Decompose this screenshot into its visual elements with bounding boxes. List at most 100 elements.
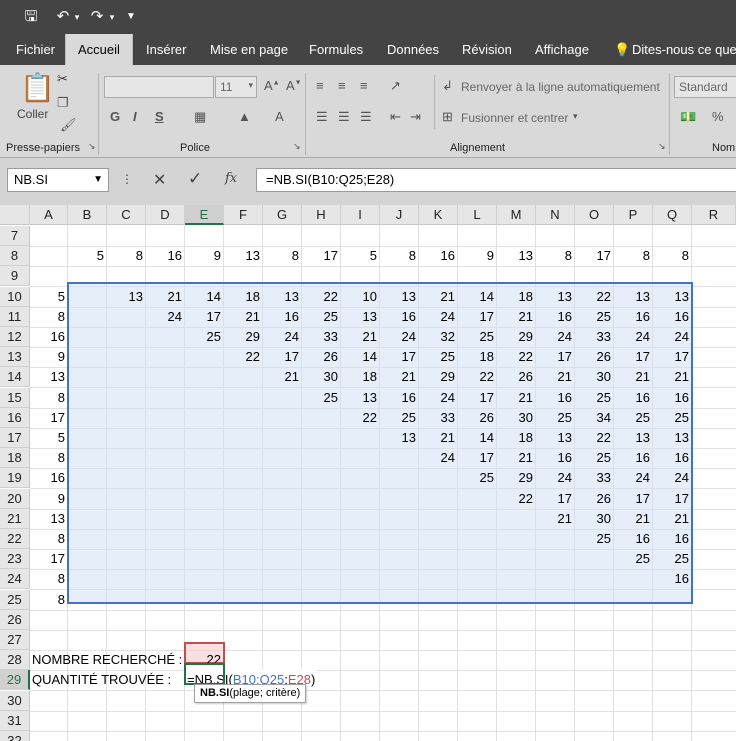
row-header-31[interactable]: 31 bbox=[0, 710, 30, 731]
cell-value[interactable]: 25 bbox=[614, 408, 653, 428]
cell-value[interactable]: 22 bbox=[575, 287, 614, 307]
tab-accueil[interactable]: Accueil bbox=[65, 34, 133, 65]
undo-dropdown-icon[interactable]: ▾ bbox=[68, 8, 86, 26]
cell-value[interactable]: 21 bbox=[653, 367, 692, 387]
cell-value[interactable]: 21 bbox=[614, 509, 653, 529]
percent-icon[interactable]: % bbox=[712, 109, 724, 124]
cell-value[interactable]: 25 bbox=[575, 448, 614, 468]
cell-value[interactable]: 21 bbox=[614, 367, 653, 387]
tab-mise-en-page[interactable]: Mise en page bbox=[210, 34, 288, 65]
cell-value[interactable]: 24 bbox=[536, 327, 575, 347]
tooltip-function-name[interactable]: NB.SI bbox=[200, 687, 229, 699]
cell-value[interactable]: 13 bbox=[536, 287, 575, 307]
row-header-21[interactable]: 21 bbox=[0, 508, 30, 529]
cell-value[interactable]: 9 bbox=[185, 246, 224, 266]
cell-value[interactable]: 17 bbox=[614, 489, 653, 509]
column-header-p[interactable]: P bbox=[614, 205, 653, 225]
cell-value[interactable]: 25 bbox=[458, 327, 497, 347]
cell-value[interactable]: 24 bbox=[653, 327, 692, 347]
cell-value[interactable]: 21 bbox=[536, 509, 575, 529]
cell-value[interactable]: 5 bbox=[68, 246, 107, 266]
row-header-23[interactable]: 23 bbox=[0, 549, 30, 570]
cell-value[interactable]: 16 bbox=[653, 307, 692, 327]
searched-number-label[interactable]: NOMBRE RECHERCHÉ : bbox=[30, 650, 182, 670]
align-left-icon[interactable]: ☰ bbox=[316, 109, 328, 125]
cell-value[interactable]: 21 bbox=[224, 307, 263, 327]
row-header-19[interactable]: 19 bbox=[0, 468, 30, 489]
clipboard-launcher-icon[interactable]: ↘ bbox=[88, 141, 96, 152]
cell-value[interactable]: 8 bbox=[653, 246, 692, 266]
row-header-15[interactable]: 15 bbox=[0, 387, 30, 408]
row-header-16[interactable]: 16 bbox=[0, 407, 30, 428]
cell-value[interactable]: 16 bbox=[614, 529, 653, 549]
cell-value[interactable]: 22 bbox=[497, 489, 536, 509]
cell-value[interactable]: 18 bbox=[458, 347, 497, 367]
format-painter-icon[interactable]: 🖌 bbox=[60, 117, 77, 133]
cell-value[interactable]: 24 bbox=[419, 448, 458, 468]
found-quantity-label[interactable]: QUANTITÉ TROUVÉE : bbox=[30, 670, 171, 690]
orientation-icon[interactable]: ↗ bbox=[390, 78, 401, 94]
cell-value[interactable]: 33 bbox=[575, 327, 614, 347]
tell-me-search[interactable]: Dites-nous ce que v bbox=[632, 34, 736, 65]
cell-value[interactable]: 18 bbox=[497, 428, 536, 448]
cell-value[interactable]: 5 bbox=[30, 428, 68, 448]
borders-icon[interactable]: ▦ bbox=[194, 109, 206, 125]
more-options-icon[interactable]: ⋮ bbox=[121, 172, 133, 186]
cell-value[interactable]: 25 bbox=[653, 549, 692, 569]
cell-value[interactable]: 17 bbox=[302, 246, 341, 266]
cell-value[interactable]: 14 bbox=[185, 287, 224, 307]
cell-value[interactable]: 25 bbox=[614, 549, 653, 569]
column-header-r[interactable]: R bbox=[692, 205, 736, 225]
cell-value[interactable]: 22 bbox=[224, 347, 263, 367]
cell-value[interactable]: 26 bbox=[575, 347, 614, 367]
function-tooltip[interactable]: NB.SI(plage; critère) bbox=[194, 684, 307, 703]
cell-value[interactable]: 8 bbox=[107, 246, 146, 266]
cell-value[interactable]: 17 bbox=[30, 549, 68, 569]
row-header-13[interactable]: 13 bbox=[0, 347, 30, 368]
align-right-icon[interactable]: ☰ bbox=[360, 109, 372, 125]
row-header-18[interactable]: 18 bbox=[0, 448, 30, 469]
row-header-9[interactable]: 9 bbox=[0, 266, 30, 287]
formula-input[interactable]: =NB.SI(B10:Q25;E28) bbox=[256, 168, 736, 192]
cell-value[interactable]: 13 bbox=[341, 388, 380, 408]
cell-value[interactable]: 32 bbox=[419, 327, 458, 347]
cell-value[interactable]: 29 bbox=[497, 327, 536, 347]
row-header-22[interactable]: 22 bbox=[0, 529, 30, 549]
cell-value[interactable]: 13 bbox=[341, 307, 380, 327]
cell-value[interactable]: 13 bbox=[30, 367, 68, 387]
row-header-24[interactable]: 24 bbox=[0, 569, 30, 590]
column-header-i[interactable]: I bbox=[341, 205, 380, 225]
cell-value[interactable]: 13 bbox=[653, 428, 692, 448]
cell-value[interactable]: 16 bbox=[653, 388, 692, 408]
cell-value[interactable]: 13 bbox=[380, 287, 419, 307]
cell-value[interactable]: 25 bbox=[653, 408, 692, 428]
cell-value[interactable]: 17 bbox=[536, 347, 575, 367]
cell-value[interactable]: 25 bbox=[380, 408, 419, 428]
cell-value[interactable]: 5 bbox=[341, 246, 380, 266]
cell-value[interactable]: 8 bbox=[263, 246, 302, 266]
cut-icon[interactable]: ✂ bbox=[57, 71, 68, 87]
font-name-dropdown[interactable] bbox=[104, 76, 214, 98]
tab-fichier[interactable]: Fichier bbox=[16, 34, 55, 65]
cell-value[interactable]: 16 bbox=[30, 468, 68, 488]
column-header-e[interactable]: E bbox=[185, 205, 224, 225]
column-header-b[interactable]: B bbox=[68, 205, 107, 225]
cell-value[interactable]: 13 bbox=[107, 287, 146, 307]
column-header-q[interactable]: Q bbox=[653, 205, 692, 225]
cell-value[interactable]: 24 bbox=[419, 307, 458, 327]
cell-value[interactable]: 24 bbox=[380, 327, 419, 347]
cell-value[interactable]: 25 bbox=[536, 408, 575, 428]
name-box[interactable]: NB.SI ▼ bbox=[7, 168, 109, 192]
row-header-25[interactable]: 25 bbox=[0, 589, 30, 610]
cell-value[interactable]: 22 bbox=[575, 428, 614, 448]
row-header-26[interactable]: 26 bbox=[0, 609, 30, 630]
align-top-icon[interactable]: ≡ bbox=[316, 78, 324, 93]
cell-value[interactable]: 17 bbox=[653, 489, 692, 509]
tab-formules[interactable]: Formules bbox=[309, 34, 363, 65]
cell-value[interactable]: 21 bbox=[653, 509, 692, 529]
cell-value[interactable]: 13 bbox=[30, 509, 68, 529]
cell-value[interactable]: 16 bbox=[614, 448, 653, 468]
column-header-g[interactable]: G bbox=[263, 205, 302, 225]
cell-value[interactable]: 24 bbox=[263, 327, 302, 347]
cell-value[interactable]: 22 bbox=[341, 408, 380, 428]
